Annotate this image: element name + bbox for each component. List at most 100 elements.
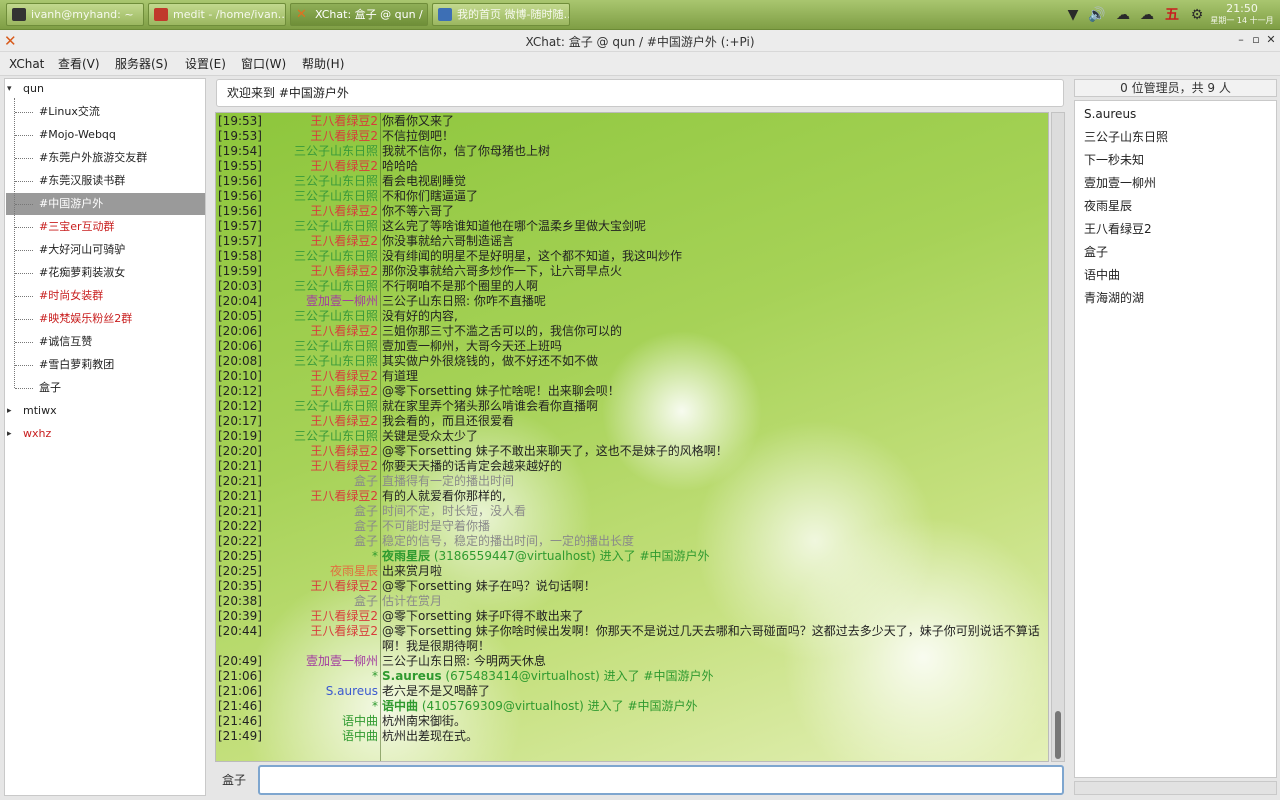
user-item[interactable]: 壹加壹一柳州 xyxy=(1084,175,1156,191)
chat-nick[interactable]: 盒子 xyxy=(276,504,378,519)
chat-nick[interactable]: 王八看绿豆2 xyxy=(276,624,378,639)
user-item[interactable]: 青海湖的湖 xyxy=(1084,290,1144,306)
chat-nick[interactable]: 三公子山东日照 xyxy=(276,354,378,369)
chat-scrollbar[interactable] xyxy=(1051,112,1065,762)
chat-nick[interactable]: 三公子山东日照 xyxy=(276,339,378,354)
chat-nick[interactable]: 夜雨星辰 xyxy=(276,564,378,579)
user-list[interactable]: S.aureus 三公子山东日照 下一秒未知 壹加壹一柳州 夜雨星辰 王八看绿豆… xyxy=(1074,100,1277,778)
chat-nick[interactable]: 王八看绿豆2 xyxy=(276,129,378,144)
chat-nick[interactable]: 语中曲 xyxy=(276,714,378,729)
chat-nick[interactable]: 王八看绿豆2 xyxy=(276,384,378,399)
join-nick[interactable]: 语中曲 xyxy=(382,699,418,713)
channel-item[interactable]: #东莞汉服读书群 xyxy=(39,173,125,189)
chat-nick[interactable]: 壹加壹一柳州 xyxy=(276,654,378,669)
chat-nick[interactable]: 盒子 xyxy=(276,474,378,489)
chat-nick[interactable]: 语中曲 xyxy=(276,729,378,744)
menu-settings[interactable]: 设置(E) xyxy=(185,55,226,73)
expander-icon[interactable]: ▸ xyxy=(7,426,12,442)
chat-nick[interactable]: 三公子山东日照 xyxy=(276,219,378,234)
chat-nick[interactable]: 盒子 xyxy=(276,534,378,549)
chat-nick[interactable]: 王八看绿豆2 xyxy=(276,114,378,129)
task-browser[interactable]: 我的首页 微博-随时随… xyxy=(432,3,570,26)
chat-nick[interactable]: 王八看绿豆2 xyxy=(276,159,378,174)
chat-nick[interactable]: 王八看绿豆2 xyxy=(276,414,378,429)
chat-nick[interactable]: 王八看绿豆2 xyxy=(276,489,378,504)
chat-nick[interactable]: 王八看绿豆2 xyxy=(276,234,378,249)
channel-item-unread[interactable]: #映梵娱乐粉丝2群 xyxy=(39,311,132,327)
menu-server[interactable]: 服务器(S) xyxy=(115,55,168,73)
network-icon[interactable]: ▼ xyxy=(1064,6,1082,24)
menu-window[interactable]: 窗口(W) xyxy=(241,55,286,73)
channel-item[interactable]: #诚信互赞 xyxy=(39,334,92,350)
chat-nick[interactable]: 盒子 xyxy=(276,519,378,534)
chat-nick[interactable]: 王八看绿豆2 xyxy=(276,459,378,474)
user-item[interactable]: 三公子山东日照 xyxy=(1084,129,1168,145)
chat-nick[interactable]: * xyxy=(276,549,378,564)
channel-item[interactable]: #Mojo-Webqq xyxy=(39,127,116,143)
clock[interactable]: 21:50 星期一 14 十一月 xyxy=(1210,3,1274,26)
server-qun[interactable]: qun xyxy=(23,81,44,97)
user-item[interactable]: 下一秒未知 xyxy=(1084,152,1144,168)
channel-tree[interactable]: ▾ qun #Linux交流 #Mojo-Webqq #东莞户外旅游交友群 #东… xyxy=(4,78,206,796)
user-item[interactable]: 王八看绿豆2 xyxy=(1084,221,1152,237)
user-item[interactable]: 语中曲 xyxy=(1084,267,1120,283)
close-button[interactable]: ✕ xyxy=(1264,32,1278,48)
volume-icon[interactable]: 🔊 xyxy=(1088,6,1106,24)
task-xchat[interactable]: ✕ XChat: 盒子 @ qun / … xyxy=(290,3,428,26)
chat-nick[interactable]: 三公子山东日照 xyxy=(276,429,378,444)
channel-item[interactable]: #Linux交流 xyxy=(39,104,100,120)
expander-icon[interactable]: ▾ xyxy=(7,81,12,97)
minimize-button[interactable]: – xyxy=(1234,32,1248,48)
user-item[interactable]: 盒子 xyxy=(1084,244,1108,260)
task-terminal[interactable]: ivanh@myhand: ~ xyxy=(6,3,144,26)
chat-nick[interactable]: 王八看绿豆2 xyxy=(276,579,378,594)
expander-icon[interactable]: ▸ xyxy=(7,403,12,419)
chat-nick[interactable]: 三公子山东日照 xyxy=(276,189,378,204)
scrollbar-thumb[interactable] xyxy=(1055,711,1061,759)
chat-nick[interactable]: 三公子山东日照 xyxy=(276,279,378,294)
chat-nick[interactable]: 王八看绿豆2 xyxy=(276,609,378,624)
menu-help[interactable]: 帮助(H) xyxy=(302,55,344,73)
channel-item-selected[interactable]: #中国游户外 xyxy=(39,196,103,212)
server-wxhz[interactable]: wxhz xyxy=(23,426,51,442)
channel-item[interactable]: #雪白萝莉教团 xyxy=(39,357,114,373)
chat-nick[interactable]: 三公子山东日照 xyxy=(276,174,378,189)
maximize-button[interactable]: ▫ xyxy=(1249,32,1263,48)
chat-nick[interactable]: 三公子山东日照 xyxy=(276,249,378,264)
chat-log[interactable]: [19:53] 王八看绿豆2 你看你又来了 [19:53] 王八看绿豆2 不信拉倒吧！ [1… xyxy=(215,112,1049,762)
chat-nick[interactable]: 三公子山东日照 xyxy=(276,309,378,324)
chat-nick[interactable]: S.aureus xyxy=(276,684,378,699)
chat-nick[interactable]: 王八看绿豆2 xyxy=(276,444,378,459)
user-item[interactable]: 夜雨星辰 xyxy=(1084,198,1132,214)
channel-item-unread[interactable]: #三宝er互动群 xyxy=(39,219,115,235)
channel-item[interactable]: 盒子 xyxy=(39,380,61,396)
menu-view[interactable]: 查看(V) xyxy=(58,55,100,73)
chat-nick[interactable]: 王八看绿豆2 xyxy=(276,324,378,339)
task-medit[interactable]: medit - /home/ivan… xyxy=(148,3,286,26)
join-nick[interactable]: 夜雨星辰 xyxy=(382,549,430,563)
gear-icon[interactable]: ⚙ xyxy=(1188,6,1206,24)
server-mtiwx[interactable]: mtiwx xyxy=(23,403,57,419)
join-nick[interactable]: S.aureus xyxy=(382,669,442,683)
channel-item[interactable]: #东莞户外旅游交友群 xyxy=(39,150,147,166)
chat-nick[interactable]: 三公子山东日照 xyxy=(276,399,378,414)
nick-button[interactable]: 盒子 xyxy=(222,771,246,789)
chat-nick[interactable]: 壹加壹一柳州 xyxy=(276,294,378,309)
topic-bar[interactable]: 欢迎来到 #中国游户外 xyxy=(216,79,1064,107)
message-input[interactable] xyxy=(258,765,1064,795)
channel-item[interactable]: #大好河山可骑驴 xyxy=(39,242,125,258)
cloud-icon[interactable]: ☁ xyxy=(1138,6,1156,24)
user-list-hscrollbar[interactable] xyxy=(1074,781,1277,795)
chat-nick[interactable]: 王八看绿豆2 xyxy=(276,369,378,384)
user-item[interactable]: S.aureus xyxy=(1084,106,1136,122)
chat-nick[interactable]: 三公子山东日照 xyxy=(276,144,378,159)
chat-nick[interactable]: 王八看绿豆2 xyxy=(276,204,378,219)
chat-nick[interactable]: * xyxy=(276,669,378,684)
sheep-icon[interactable]: ☁ xyxy=(1112,6,1134,24)
ime-indicator[interactable]: 五 xyxy=(1162,6,1182,24)
chat-nick[interactable]: 王八看绿豆2 xyxy=(276,264,378,279)
chat-nick[interactable]: 盒子 xyxy=(276,594,378,609)
chat-nick[interactable]: * xyxy=(276,699,378,714)
channel-item-unread[interactable]: #时尚女装群 xyxy=(39,288,103,304)
channel-item[interactable]: #花痴萝莉装淑女 xyxy=(39,265,125,281)
